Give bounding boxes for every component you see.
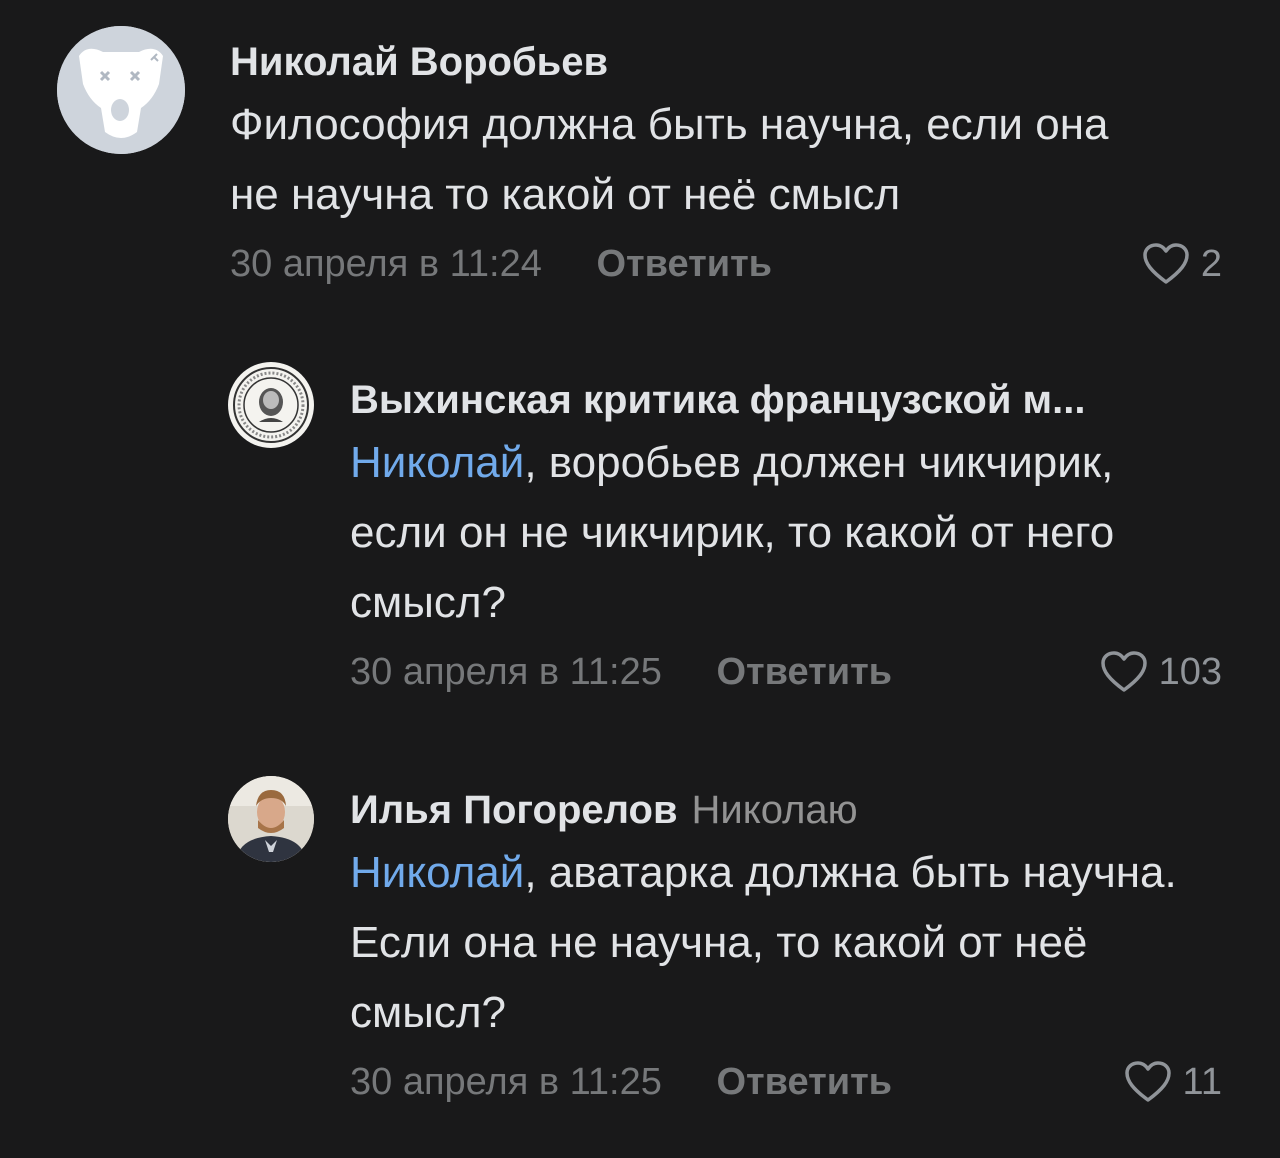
avatar[interactable] [228,362,314,448]
user-photo-icon [228,776,314,862]
comments-thread: Николай Воробьев Философия должна быть н… [0,0,1280,1158]
author-name[interactable]: Николай Воробьев [230,40,608,84]
like-button[interactable]: 2 [1141,240,1222,288]
heart-icon [1100,651,1147,692]
heart-icon [1143,243,1189,284]
like-button[interactable]: 103 [1099,648,1222,696]
author-name[interactable]: Выхинская критика французской м... [350,378,1085,422]
reply-to-label[interactable]: Николаю [692,788,858,832]
comment-meta: 30 апреля в 11:25 Ответить 11 [350,1058,1222,1106]
comment-date: 30 апреля в 11:24 [230,243,542,285]
author-line: Илья Погорелов Николаю [350,786,1222,834]
comment-meta: 30 апреля в 11:25 Ответить 103 [350,648,1222,696]
vk-deactivated-dog-icon [57,26,185,154]
heart-icon [1124,1061,1171,1102]
comment-date: 30 апреля в 11:25 [350,651,662,693]
author-line: Выхинская критика французской м... [350,376,1222,424]
like-button[interactable]: 11 [1123,1058,1222,1106]
comment-date: 30 апреля в 11:25 [350,1061,662,1103]
reply-button[interactable]: Ответить [716,1061,892,1103]
mention-link[interactable]: Николай [350,848,524,897]
like-count: 103 [1158,651,1222,693]
author-name[interactable]: Илья Погорелов [350,788,678,832]
like-count: 11 [1182,1061,1222,1103]
comment-text: Николай, аватарка должна быть научна. Ес… [350,838,1182,1048]
mention-link[interactable]: Николай [350,438,524,487]
reply-button[interactable]: Ответить [596,243,772,285]
avatar[interactable] [228,776,314,862]
like-count: 2 [1200,243,1222,285]
seal-portrait-icon [229,363,313,447]
reply-button[interactable]: Ответить [716,651,892,693]
comment-text: Николай, воробьев должен чикчирик, если … [350,428,1182,638]
author-line: Николай Воробьев [230,38,1222,86]
comment-text: Философия должна быть научна, если она н… [230,90,1142,230]
comment-body: Философия должна быть научна, если она н… [230,100,1109,219]
comment-meta: 30 апреля в 11:24 Ответить 2 [230,240,1222,288]
avatar[interactable] [57,26,185,154]
